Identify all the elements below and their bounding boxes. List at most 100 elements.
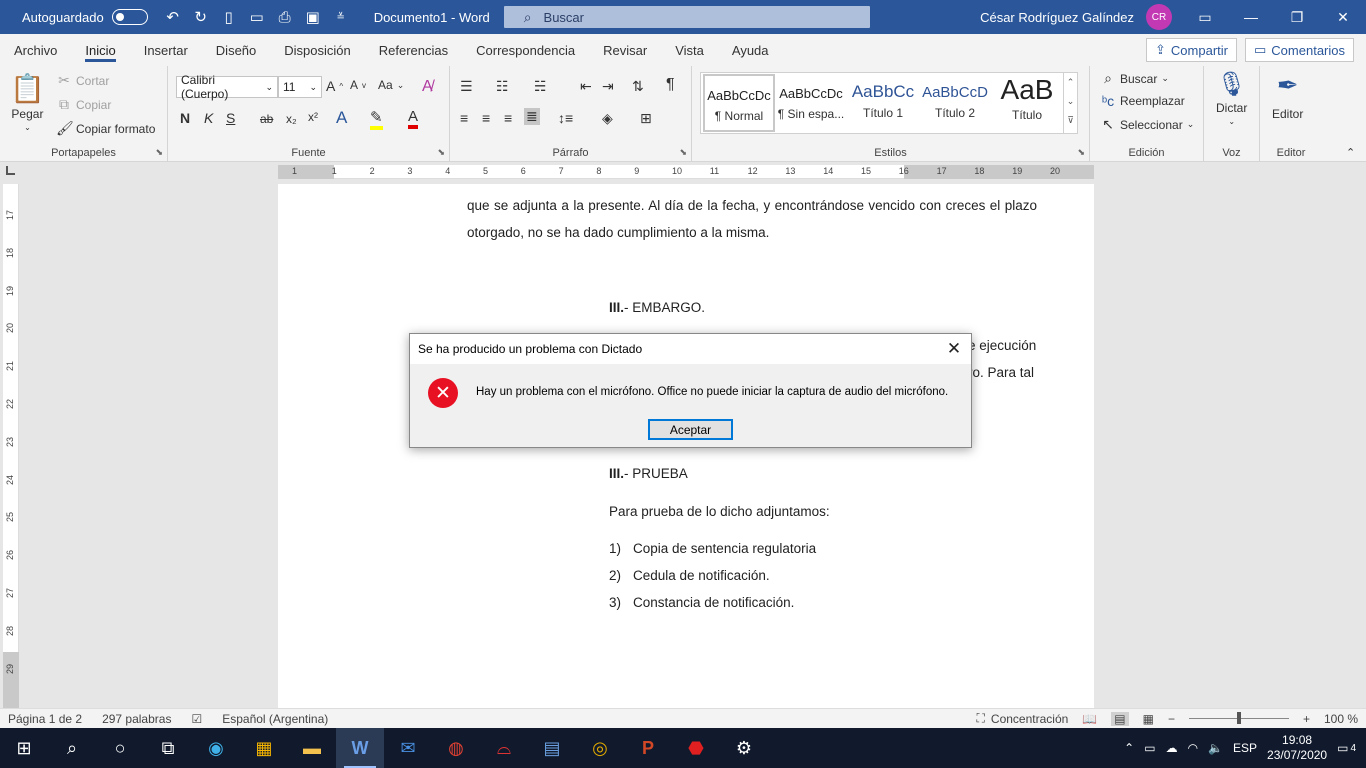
- edge-icon[interactable]: ◉: [192, 728, 240, 768]
- multilevel-list-icon[interactable]: ☵: [534, 78, 547, 95]
- dialog-launcher-icon[interactable]: ⬊: [155, 147, 163, 158]
- undo-icon[interactable]: ↶: [162, 6, 184, 28]
- italic-button[interactable]: K: [204, 110, 213, 126]
- font-size-select[interactable]: 11 ⌄: [278, 76, 322, 98]
- save-icon[interactable]: ▣: [302, 6, 324, 28]
- dictate-button[interactable]: 🎙 Dictar ⌄: [1216, 70, 1247, 126]
- tab-disposicion[interactable]: Disposición: [270, 34, 364, 66]
- increase-indent-icon[interactable]: ⇥: [602, 78, 614, 95]
- dialog-launcher-icon[interactable]: ⬊: [1077, 147, 1085, 158]
- user-account[interactable]: César Rodríguez Galíndez CR: [980, 4, 1172, 30]
- subscript-button[interactable]: x₂: [286, 112, 297, 126]
- task-view-icon[interactable]: ⧉: [144, 728, 192, 768]
- tab-diseno[interactable]: Diseño: [202, 34, 270, 66]
- style-normal[interactable]: AaBbCcDc ¶ Normal: [703, 74, 775, 132]
- chevron-up-icon[interactable]: ⌃: [1124, 741, 1134, 755]
- proofing-icon[interactable]: ☑: [191, 712, 202, 726]
- clock[interactable]: 19:08 23/07/2020: [1267, 733, 1327, 763]
- ribbon-display-options-icon[interactable]: ▭: [1182, 0, 1228, 34]
- open-folder-icon[interactable]: ▭: [246, 6, 268, 28]
- powerpoint-icon[interactable]: P: [624, 728, 672, 768]
- select-button[interactable]: ↖ Seleccionar ⌄: [1100, 116, 1194, 133]
- cut-button[interactable]: ✂ Cortar: [56, 72, 109, 89]
- dialog-launcher-icon[interactable]: ⬊: [679, 147, 687, 158]
- new-document-icon[interactable]: ▯: [218, 6, 240, 28]
- onedrive-icon[interactable]: ☁: [1166, 741, 1178, 755]
- zoom-slider[interactable]: [1188, 712, 1289, 724]
- input-language[interactable]: ESP: [1233, 741, 1257, 755]
- text-effects-icon[interactable]: A: [336, 108, 347, 128]
- horizontal-ruler[interactable]: 1 1 2 3 4 5 6 7 8 9 10 11 12 13 14 15 16 17 18 19 20: [278, 165, 1094, 179]
- tab-inicio[interactable]: Inicio: [71, 34, 129, 66]
- bullets-icon[interactable]: ☰: [460, 78, 473, 95]
- language-status[interactable]: Español (Argentina): [222, 712, 328, 726]
- app-red-icon[interactable]: ⌓: [480, 728, 528, 768]
- tab-archivo[interactable]: Archivo: [0, 34, 71, 66]
- tab-vista[interactable]: Vista: [661, 34, 718, 66]
- calculator-icon[interactable]: ▤: [528, 728, 576, 768]
- collapse-ribbon-icon[interactable]: ⌃: [1346, 146, 1355, 159]
- word-icon[interactable]: W: [336, 728, 384, 768]
- print-layout-icon[interactable]: ▤: [1111, 711, 1129, 726]
- minimize-icon[interactable]: —: [1228, 0, 1274, 34]
- close-icon[interactable]: ✕: [1320, 0, 1366, 34]
- numbering-icon[interactable]: ☷: [496, 78, 509, 95]
- settings-icon[interactable]: ⚙: [720, 728, 768, 768]
- focus-button[interactable]: ⛶ Concentración: [977, 711, 1069, 726]
- superscript-button[interactable]: x²: [308, 110, 318, 124]
- read-mode-icon[interactable]: 📖: [1082, 712, 1097, 726]
- autosave-toggle[interactable]: Autoguardado: [22, 9, 148, 25]
- word-count[interactable]: 297 palabras: [102, 712, 171, 726]
- shrink-font-icon[interactable]: Av: [350, 78, 366, 92]
- style-no-spacing[interactable]: AaBbCcDc ¶ Sin espa...: [775, 74, 847, 132]
- justify-icon[interactable]: ≣: [524, 108, 540, 125]
- zoom-out-icon[interactable]: −: [1168, 712, 1175, 726]
- chrome-icon[interactable]: ◍: [432, 728, 480, 768]
- tab-revisar[interactable]: Revisar: [589, 34, 661, 66]
- search-box[interactable]: ⌕ Buscar: [503, 6, 870, 28]
- tab-ayuda[interactable]: Ayuda: [718, 34, 783, 66]
- pilcrow-icon[interactable]: ¶: [666, 76, 675, 94]
- zoom-level[interactable]: 100 %: [1324, 712, 1358, 726]
- windows-start-icon[interactable]: ⊞: [0, 728, 48, 768]
- more-styles-icon[interactable]: ⊽: [1064, 111, 1077, 130]
- battery-icon[interactable]: ▭: [1144, 741, 1155, 755]
- sort-icon[interactable]: ⇅: [632, 78, 644, 95]
- strikethrough-button[interactable]: ab: [260, 112, 273, 126]
- borders-icon[interactable]: ⊞: [640, 110, 652, 127]
- customize-qat-icon[interactable]: ≚: [330, 6, 352, 28]
- grow-font-icon[interactable]: A ^: [326, 78, 343, 94]
- align-left-icon[interactable]: ≡: [460, 110, 468, 126]
- wifi-icon[interactable]: ◠: [1188, 741, 1198, 755]
- volume-icon[interactable]: 🔈: [1208, 741, 1223, 755]
- styles-scroll[interactable]: ⌃ ⌄ ⊽: [1063, 73, 1077, 133]
- chevron-down-icon[interactable]: ⌄: [1064, 92, 1077, 111]
- mail-icon[interactable]: ✉: [384, 728, 432, 768]
- page-count[interactable]: Página 1 de 2: [8, 712, 82, 726]
- redo-icon[interactable]: ↻: [190, 6, 212, 28]
- format-painter-button[interactable]: 🖌 Copiar formato: [56, 120, 155, 137]
- decrease-indent-icon[interactable]: ⇤: [580, 78, 592, 95]
- app-gold-icon[interactable]: ◎: [576, 728, 624, 768]
- tab-referencias[interactable]: Referencias: [365, 34, 462, 66]
- underline-button[interactable]: S: [226, 110, 235, 126]
- cortana-icon[interactable]: ○: [96, 728, 144, 768]
- print-icon[interactable]: ⎙: [274, 6, 296, 28]
- find-button[interactable]: ⌕ Buscar ⌄: [1100, 70, 1169, 87]
- close-icon[interactable]: ✕: [943, 338, 965, 360]
- clear-formatting-icon[interactable]: A̸: [422, 78, 433, 96]
- avatar[interactable]: CR: [1146, 4, 1172, 30]
- comments-button[interactable]: ▭ Comentarios: [1245, 38, 1354, 62]
- replace-button[interactable]: ᵇc Reemplazar: [1100, 93, 1185, 109]
- tab-correspondencia[interactable]: Correspondencia: [462, 34, 589, 66]
- web-layout-icon[interactable]: ▦: [1143, 712, 1154, 726]
- highlight-icon[interactable]: ✎: [370, 108, 383, 130]
- restore-icon[interactable]: ❐: [1274, 0, 1320, 34]
- line-spacing-icon[interactable]: ↕≡: [558, 110, 573, 126]
- shading-icon[interactable]: ◈: [602, 110, 613, 127]
- vertical-ruler[interactable]: 17 18 19 20 21 22 23 24 25 26 27 28 29: [3, 184, 19, 708]
- search-icon[interactable]: ⌕: [48, 728, 96, 768]
- style-title[interactable]: AaB Título: [991, 74, 1063, 132]
- font-color-icon[interactable]: A: [408, 108, 419, 129]
- chevron-up-icon[interactable]: ⌃: [1064, 73, 1077, 92]
